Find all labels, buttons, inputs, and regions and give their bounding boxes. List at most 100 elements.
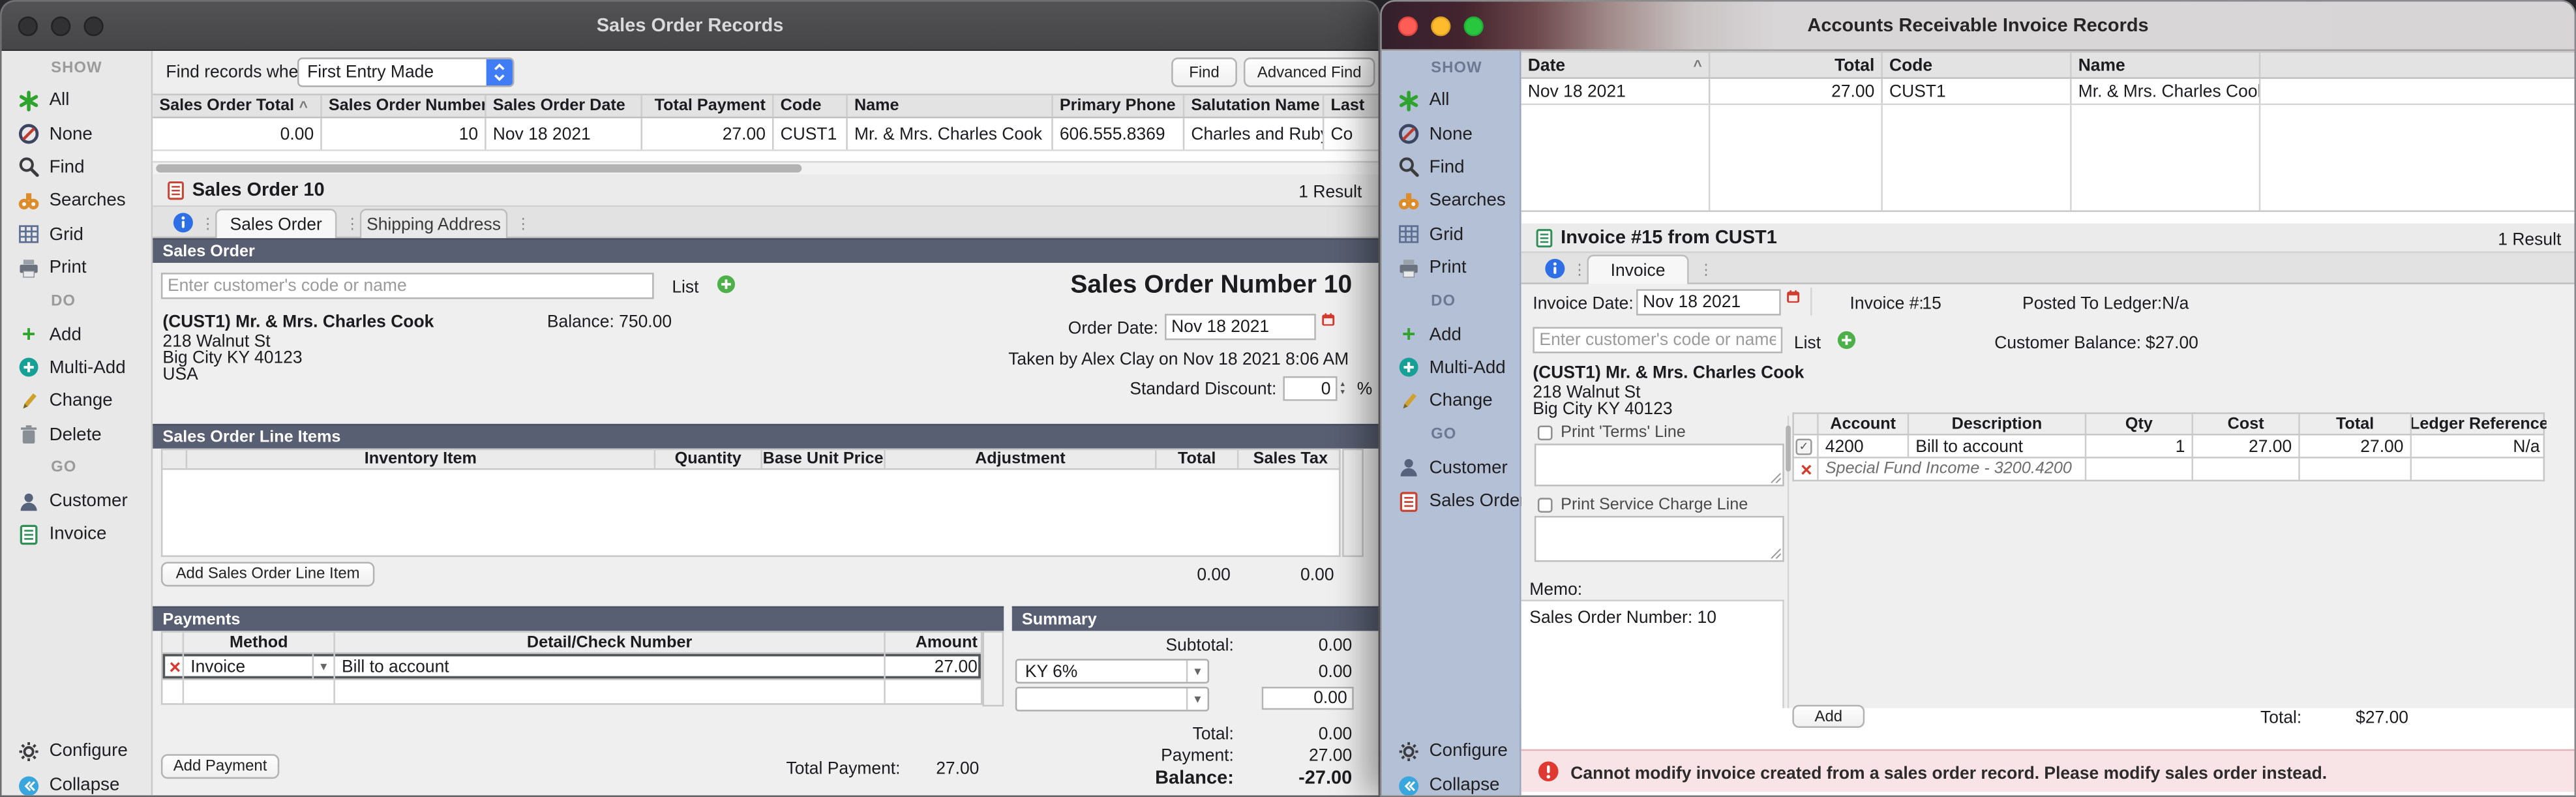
col-sales-order-total[interactable]: Sales Order Total^ bbox=[153, 95, 322, 117]
record-row[interactable]: 0.00 10 Nov 18 2021 27.00 CUST1 Mr. & Mr… bbox=[153, 118, 1380, 151]
item-col-description[interactable]: Description bbox=[1909, 414, 2086, 434]
line-items-vscrollbar[interactable] bbox=[1342, 449, 1364, 557]
print-service-charge-checkbox[interactable] bbox=[1538, 498, 1553, 513]
minimize-button[interactable] bbox=[1431, 16, 1450, 36]
stepper-icon[interactable]: ▴▾ bbox=[1341, 376, 1354, 401]
col-last[interactable]: Last bbox=[1324, 95, 1380, 117]
close-button[interactable] bbox=[18, 16, 38, 36]
item-row[interactable]: ✓ 4200 Bill to account 1 27.00 27.00 N/a bbox=[1792, 436, 2545, 459]
sidebar-item-multi-add[interactable]: Multi-Add bbox=[2, 351, 151, 384]
item-col-total[interactable]: Total bbox=[2300, 414, 2412, 434]
payment-detail[interactable]: Bill to account bbox=[335, 654, 886, 679]
menu-dots-icon[interactable]: ⋮ bbox=[1699, 262, 1714, 280]
calendar-icon[interactable] bbox=[1786, 289, 1801, 304]
sidebar-item-searches[interactable]: Searches bbox=[1382, 185, 1520, 218]
col-salutation-name[interactable]: Salutation Name bbox=[1184, 95, 1324, 117]
col-name[interactable]: Name bbox=[848, 95, 1053, 117]
sidebar-item-sales-order[interactable]: Sales Order bbox=[1382, 485, 1520, 518]
sidebar-item-delete[interactable]: Delete bbox=[2, 418, 151, 451]
payment-remove[interactable]: × bbox=[162, 654, 184, 679]
menu-dots-icon[interactable]: ⋮ bbox=[345, 215, 360, 233]
right-titlebar[interactable]: Accounts Receivable Invoice Records bbox=[1382, 2, 2575, 52]
sidebar-item-all[interactable]: All bbox=[1382, 83, 1520, 117]
advanced-find-button[interactable]: Advanced Find bbox=[1244, 57, 1375, 87]
sidebar-item-add[interactable]: +Add bbox=[1382, 318, 1520, 351]
close-button[interactable] bbox=[1398, 16, 1418, 36]
sidebar-item-customer[interactable]: Customer bbox=[2, 485, 151, 518]
print-terms-checkbox[interactable] bbox=[1538, 425, 1553, 440]
col-date[interactable]: Date^ bbox=[1521, 53, 1711, 78]
li-col-quantity[interactable]: Quantity bbox=[655, 450, 762, 468]
terms-textarea[interactable] bbox=[1535, 444, 1784, 486]
memo-box[interactable]: Sales Order Number: 10 bbox=[1521, 599, 1784, 708]
sidebar-item-grid[interactable]: Grid bbox=[2, 218, 151, 251]
item-account[interactable]: 4200 bbox=[1819, 436, 1910, 457]
resize-grip-icon[interactable] bbox=[1771, 549, 1781, 558]
add-customer-plus-icon[interactable] bbox=[1836, 330, 1856, 350]
li-col-adjustment[interactable]: Adjustment bbox=[886, 450, 1157, 468]
payment-row[interactable]: × Invoice▾ Bill to account 27.00 bbox=[161, 654, 983, 680]
service-charge-textarea[interactable] bbox=[1535, 516, 1784, 562]
info-icon[interactable] bbox=[1544, 258, 1566, 280]
sidebar-item-find[interactable]: Find bbox=[2, 151, 151, 184]
item-description[interactable]: Bill to account bbox=[1909, 436, 2086, 457]
menu-dots-icon[interactable]: ⋮ bbox=[516, 215, 531, 233]
item-note-row[interactable]: × Special Fund Income - 3200.4200 bbox=[1792, 459, 2545, 481]
col-total-payment[interactable]: Total Payment bbox=[642, 95, 774, 117]
sidebar-item-print[interactable]: Print bbox=[1382, 251, 1520, 284]
li-col-base-unit-price[interactable]: Base Unit Price bbox=[762, 450, 886, 468]
col-sales-order-number[interactable]: Sales Order Number bbox=[322, 95, 487, 117]
sidebar-item-none[interactable]: None bbox=[1382, 117, 1520, 151]
li-col-total[interactable]: Total bbox=[1156, 450, 1238, 468]
order-date-input[interactable] bbox=[1165, 314, 1316, 340]
sidebar-item-multi-add[interactable]: Multi-Add bbox=[1382, 351, 1520, 384]
resize-grip-icon[interactable] bbox=[1771, 474, 1781, 483]
record-row[interactable]: Nov 18 2021 27.00 CUST1 Mr. & Mrs. Charl… bbox=[1521, 79, 2576, 105]
sidebar-item-none[interactable]: None bbox=[2, 117, 151, 151]
li-col-sales-tax[interactable]: Sales Tax bbox=[1238, 450, 1342, 468]
col-primary-phone[interactable]: Primary Phone bbox=[1053, 95, 1185, 117]
item-edit[interactable]: ✓ bbox=[1794, 436, 1819, 457]
add-line-item-button[interactable]: Add Sales Order Line Item bbox=[161, 562, 374, 587]
calendar-icon[interactable] bbox=[1321, 312, 1336, 327]
tax2-input[interactable] bbox=[1262, 687, 1354, 710]
sidebar-item-add[interactable]: +Add bbox=[2, 318, 151, 351]
find-field-select[interactable]: First Entry Made bbox=[297, 57, 515, 87]
pay-col-detail[interactable]: Detail/Check Number bbox=[335, 633, 886, 652]
add-item-button[interactable]: Add bbox=[1792, 705, 1865, 728]
col-total[interactable]: Total bbox=[1710, 53, 1883, 78]
item-col-qty[interactable]: Qty bbox=[2086, 414, 2193, 434]
sidebar-item-collapse[interactable]: Collapse bbox=[2, 769, 151, 797]
item-col-ledger-reference[interactable]: Ledger Reference bbox=[2412, 414, 2547, 434]
horizontal-scrollbar[interactable] bbox=[153, 161, 1380, 174]
list-label[interactable]: List bbox=[1794, 333, 1821, 353]
sidebar-item-searches[interactable]: Searches bbox=[2, 185, 151, 218]
col-sales-order-date[interactable]: Sales Order Date bbox=[487, 95, 642, 117]
li-col-inventory-item[interactable]: Inventory Item bbox=[187, 450, 655, 468]
item-remove[interactable]: × bbox=[1794, 459, 1819, 480]
item-total[interactable]: 27.00 bbox=[2300, 436, 2412, 457]
scrollbar-thumb[interactable] bbox=[156, 164, 801, 173]
tax2-select[interactable]: ▾ bbox=[1015, 687, 1209, 712]
pay-col-method[interactable]: Method bbox=[184, 633, 335, 652]
pay-col-amount[interactable]: Amount bbox=[886, 633, 984, 652]
tab-sales-order[interactable]: Sales Order bbox=[215, 209, 337, 238]
sidebar-item-configure[interactable]: Configure bbox=[2, 734, 151, 768]
item-cost[interactable]: 27.00 bbox=[2193, 436, 2300, 457]
item-ledger[interactable]: N/a bbox=[2412, 436, 2547, 457]
col-name[interactable]: Name bbox=[2072, 53, 2261, 78]
customer-search-input[interactable] bbox=[1533, 327, 1782, 353]
minimize-button[interactable] bbox=[51, 16, 70, 36]
sidebar-item-customer[interactable]: Customer bbox=[1382, 451, 1520, 485]
list-label[interactable]: List bbox=[672, 278, 698, 297]
sidebar-item-find[interactable]: Find bbox=[1382, 151, 1520, 184]
add-customer-plus-icon[interactable] bbox=[716, 275, 736, 294]
item-col-account[interactable]: Account bbox=[1819, 414, 1910, 434]
sidebar-item-change[interactable]: Change bbox=[1382, 385, 1520, 418]
sidebar-item-change[interactable]: Change bbox=[2, 385, 151, 418]
item-qty[interactable]: 1 bbox=[2086, 436, 2193, 457]
invoice-date-input[interactable] bbox=[1636, 289, 1781, 315]
sidebar-item-grid[interactable]: Grid bbox=[1382, 218, 1520, 251]
add-payment-button[interactable]: Add Payment bbox=[161, 754, 279, 779]
menu-dots-icon[interactable]: ⋮ bbox=[1572, 262, 1587, 280]
